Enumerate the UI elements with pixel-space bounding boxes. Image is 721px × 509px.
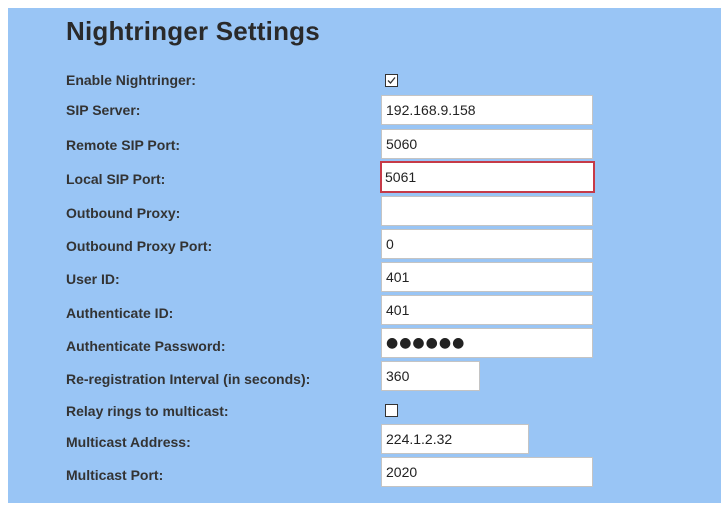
authenticate-id-label: Authenticate ID: [66,305,174,321]
checkmark-icon [387,77,396,84]
multicast-address-input[interactable] [381,424,529,454]
local-sip-port-label: Local SIP Port: [66,171,166,187]
multicast-address-label: Multicast Address: [66,434,191,450]
relay-rings-multicast-checkbox[interactable] [385,404,398,417]
local-sip-port-input[interactable] [380,161,595,193]
user-id-label: User ID: [66,271,120,287]
outbound-proxy-input[interactable] [381,196,593,226]
reregistration-interval-input[interactable] [381,361,480,391]
enable-nightringer-label: Enable Nightringer: [66,72,196,88]
authenticate-password-label: Authenticate Password: [66,338,226,354]
authenticate-id-input[interactable] [381,295,593,325]
enable-nightringer-checkbox[interactable] [385,74,398,87]
page-title: Nightringer Settings [66,16,320,46]
user-id-input[interactable] [381,262,593,292]
outbound-proxy-port-input[interactable] [381,229,593,259]
sip-server-input[interactable] [381,95,593,125]
authenticate-password-input[interactable]: ●●●●●● [381,328,593,358]
relay-rings-multicast-label: Relay rings to multicast: [66,403,229,419]
remote-sip-port-input[interactable] [381,129,593,159]
reregistration-interval-label: Re-registration Interval (in seconds): [66,371,311,387]
multicast-port-input[interactable] [381,457,593,487]
sip-server-label: SIP Server: [66,102,141,118]
remote-sip-port-label: Remote SIP Port: [66,137,181,153]
outbound-proxy-port-label: Outbound Proxy Port: [66,238,213,254]
outbound-proxy-label: Outbound Proxy: [66,205,181,221]
multicast-port-label: Multicast Port: [66,467,164,483]
